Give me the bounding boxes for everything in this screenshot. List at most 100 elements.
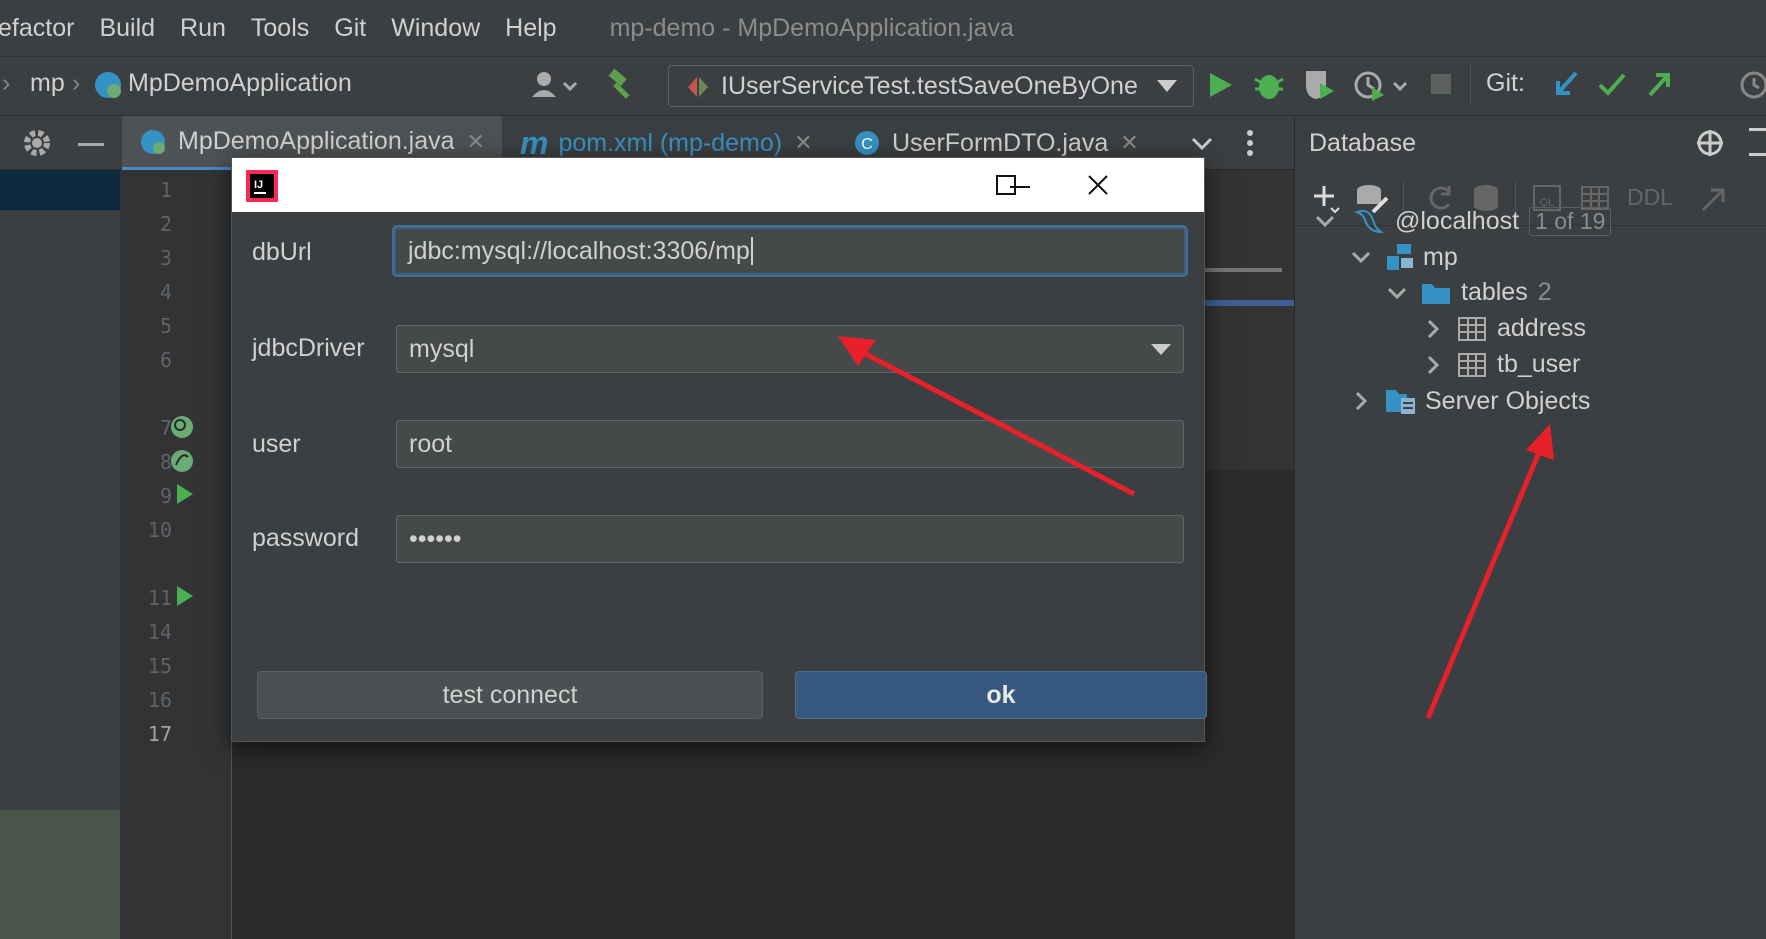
chevron-right-icon[interactable]	[1421, 353, 1445, 377]
chevron-right-icon[interactable]	[1349, 389, 1373, 413]
ok-button[interactable]: ok	[795, 671, 1207, 719]
tree-label: tb_user	[1497, 350, 1581, 378]
tree-node-table-address[interactable]: address	[1421, 314, 1586, 343]
minimize-panel-icon[interactable]	[78, 143, 104, 146]
menu-window[interactable]: Window	[391, 14, 480, 43]
main-toolbar: › mp › MpDemoApplication IUserServiceTes…	[0, 56, 1766, 116]
line-number: 10	[147, 518, 172, 542]
line-number: 2	[159, 212, 172, 236]
maven-icon: m	[520, 124, 549, 161]
menu-run[interactable]: Run	[180, 14, 226, 43]
ddl-button[interactable]: DDL	[1627, 184, 1673, 211]
text-caret	[750, 237, 753, 265]
breadcrumb-project[interactable]: mp	[30, 69, 65, 98]
spring-boot-icon[interactable]	[168, 447, 196, 475]
close-icon[interactable]: ✕	[1120, 130, 1138, 156]
close-window-button[interactable]	[1052, 158, 1144, 212]
breadcrumb-separator-icon: ›	[72, 69, 81, 97]
run-icon[interactable]	[1204, 69, 1236, 101]
selected-tree-row[interactable]	[0, 170, 120, 210]
tree-node-localhost[interactable]: @localhost 1 of 19	[1313, 206, 1612, 236]
maximize-icon	[996, 175, 1016, 195]
test-connect-button[interactable]: test connect	[257, 671, 763, 719]
window-title: mp-demo - MpDemoApplication.java	[609, 13, 1014, 42]
chevron-down-icon	[1157, 80, 1177, 92]
tree-node-schema-mp[interactable]: mp	[1349, 242, 1458, 272]
gear-icon[interactable]	[22, 128, 52, 158]
password-input[interactable]: ••••••	[396, 515, 1184, 563]
password-label: password	[252, 524, 359, 552]
chevron-down-icon[interactable]	[1313, 209, 1337, 233]
line-number: 4	[159, 280, 172, 304]
jump-to-source-icon[interactable]	[1699, 182, 1731, 214]
toolbar-divider	[1470, 65, 1471, 105]
java-class-icon: C	[855, 131, 879, 155]
chevron-down-icon[interactable]	[1190, 132, 1214, 156]
line-number: 11	[147, 586, 172, 610]
panel-options-icon[interactable]	[1749, 128, 1766, 156]
tree-label: tables	[1461, 278, 1528, 306]
dburl-value: jdbc:mysql://localhost:3306/mp	[408, 236, 750, 265]
debug-icon[interactable]	[1252, 67, 1286, 103]
intellij-idea-icon: IJ	[246, 170, 278, 202]
git-update-icon[interactable]	[1550, 67, 1582, 103]
menu-bar: efactor Build Run Tools Git Window Help …	[0, 0, 1766, 56]
dburl-input[interactable]: jdbc:mysql://localhost:3306/mp	[394, 227, 1186, 275]
more-options-icon[interactable]	[1244, 128, 1256, 158]
build-hammer-icon[interactable]	[604, 67, 640, 103]
tree-label: address	[1497, 314, 1586, 342]
menu-tools[interactable]: Tools	[251, 14, 309, 43]
line-number: 7	[159, 416, 172, 440]
chevron-down-icon[interactable]	[1349, 245, 1373, 269]
user-input[interactable]: root	[396, 420, 1184, 468]
editor-gutter: 1 2 3 4 5 6 7 8 9 10 11 14 15 16 17	[120, 170, 232, 939]
chevron-down-icon[interactable]	[1385, 281, 1409, 305]
coverage-icon[interactable]	[1302, 67, 1338, 103]
menu-build[interactable]: Build	[99, 14, 155, 43]
database-panel: Database QL DDL @localhost 1 of 19 mp ta…	[1294, 116, 1766, 939]
maximize-window-button[interactable]	[960, 158, 1052, 212]
menu-refactor[interactable]: efactor	[0, 14, 74, 43]
line-number: 1	[159, 178, 172, 202]
line-number: 16	[147, 688, 172, 712]
tree-node-table-tb-user[interactable]: tb_user	[1421, 350, 1580, 379]
jdbc-driver-select[interactable]: mysql	[396, 325, 1184, 373]
breadcrumb-class[interactable]: MpDemoApplication	[128, 69, 352, 98]
menu-help[interactable]: Help	[505, 14, 556, 43]
menu-git[interactable]: Git	[334, 14, 366, 43]
tree-node-server-objects[interactable]: Server Objects	[1349, 386, 1590, 416]
close-icon[interactable]: ✕	[794, 130, 812, 156]
tree-node-tables[interactable]: tables 2	[1385, 278, 1552, 307]
schema-icon	[1387, 244, 1413, 270]
git-commit-check-icon[interactable]	[1596, 67, 1628, 103]
chevron-right-icon[interactable]	[1421, 317, 1445, 341]
close-icon[interactable]: ✕	[467, 129, 485, 155]
stop-icon[interactable]	[1428, 71, 1454, 97]
svg-text:C: C	[861, 136, 873, 153]
history-clock-icon[interactable]	[1738, 69, 1766, 101]
password-value: ••••••	[409, 524, 462, 553]
panel-highlight	[0, 810, 120, 939]
chevron-down-icon	[1151, 344, 1171, 355]
project-panel	[0, 170, 120, 939]
crosshair-icon[interactable]	[1695, 128, 1725, 158]
svg-text:IJ: IJ	[254, 179, 263, 191]
run-configuration-select[interactable]: IUserServiceTest.testSaveOneByOne	[668, 65, 1194, 107]
run-gutter-icon[interactable]	[174, 482, 196, 506]
schema-count-badge[interactable]: 1 of 19	[1529, 206, 1612, 236]
git-push-icon[interactable]	[1644, 67, 1676, 103]
tree-label: @localhost	[1395, 206, 1520, 235]
breadcrumb-separator-icon: ›	[2, 69, 11, 97]
run-gutter-icon[interactable]	[174, 584, 196, 608]
spring-boot-class-icon	[141, 129, 165, 154]
user-icon[interactable]	[530, 69, 580, 101]
user-value: root	[409, 429, 453, 458]
line-number: 5	[159, 314, 172, 338]
tree-label: Server Objects	[1425, 386, 1591, 415]
line-number: 3	[159, 246, 172, 270]
line-number: 14	[147, 620, 172, 644]
spring-bean-search-icon[interactable]	[168, 413, 196, 441]
profiler-icon[interactable]	[1352, 67, 1412, 103]
close-icon	[1088, 175, 1108, 195]
mysql-dolphin-icon	[1353, 210, 1383, 234]
